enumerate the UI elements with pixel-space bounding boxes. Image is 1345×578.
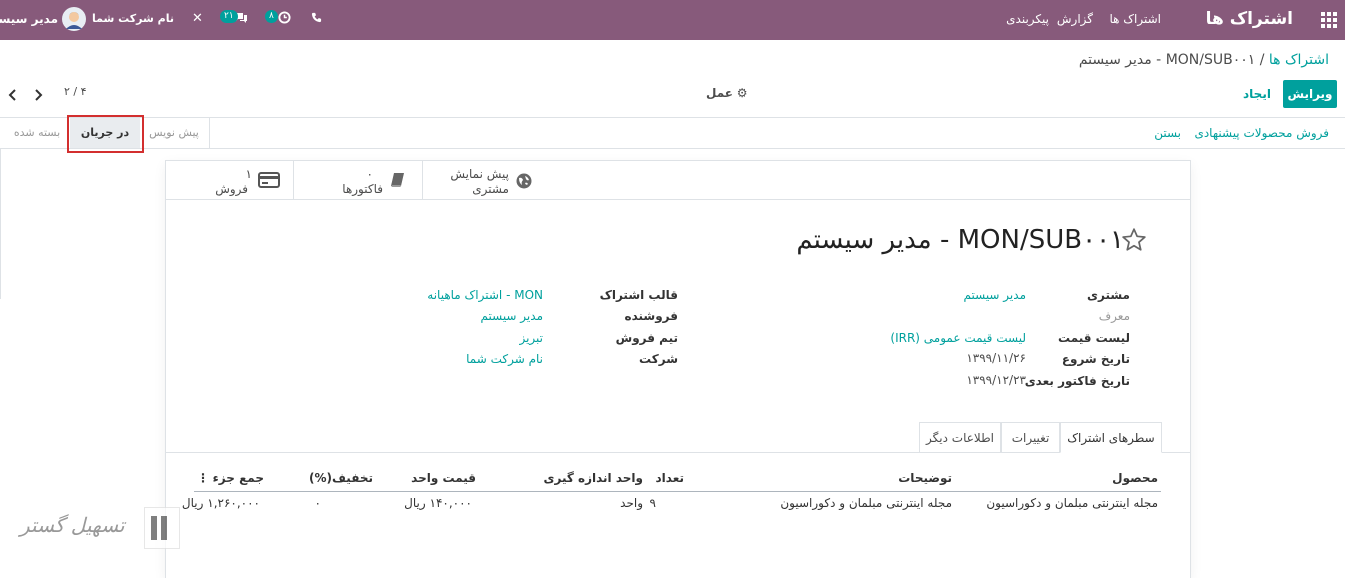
col-quantity[interactable]: تعداد (656, 471, 684, 485)
edit-button[interactable]: ویرایش (1283, 80, 1337, 108)
cell-uom[interactable]: واحد (620, 496, 643, 510)
template-label: قالب اشتراک (599, 288, 678, 302)
customer-value[interactable]: مدیر سیستم (964, 288, 1027, 302)
customer-preview-button[interactable]: پیش نمایش مشتری (422, 161, 551, 200)
next-invoice-date-value[interactable]: ۱۳۹۹/۱۲/۲۳ (966, 373, 1026, 387)
stage-draft[interactable]: پیش نویس (140, 118, 208, 148)
phone-icon[interactable] (311, 12, 322, 26)
breadcrumb-separator: / (1255, 52, 1269, 68)
referrer-label: معرف (1098, 309, 1130, 323)
start-date-label: تاریخ شروع (1061, 352, 1130, 366)
statusbar: فروش محصولات پیشنهادی بستن پیش نویس در ج… (0, 117, 1345, 149)
avatar[interactable] (62, 7, 86, 34)
activities-badge: ۸ (265, 10, 278, 23)
company-label: شرکت (639, 352, 678, 366)
book-icon (390, 172, 406, 191)
breadcrumb: اشتراک ها / MON/SUB۰۰۱ - مدیر سیستم (1079, 52, 1329, 68)
salesperson-label: فروشنده (624, 309, 679, 323)
highlight-frame (67, 115, 144, 153)
user-menu[interactable]: مدیر سیستم (0, 12, 58, 26)
action-label: عمل (706, 86, 733, 100)
credit-card-icon (258, 172, 280, 191)
customer-preview-line1: پیش نمایش (450, 167, 509, 181)
chevron-left-icon[interactable] (8, 89, 18, 104)
star-icon[interactable] (1121, 227, 1147, 256)
pricelist-value[interactable]: لیست قیمت عمومی (IRR) (890, 331, 1026, 345)
breadcrumb-parent[interactable]: اشتراک ها (1269, 52, 1329, 68)
gear-icon: ⚙ (736, 86, 748, 100)
col-discount[interactable]: تخفیف(%) (309, 471, 373, 485)
watermark-logo: تسهیل گستر (20, 505, 180, 555)
cell-discount[interactable]: ۰ (315, 496, 321, 510)
tab-other-info[interactable]: اطلاعات دیگر (919, 422, 1001, 452)
messages-badge: ۲۱ (220, 10, 238, 23)
create-button[interactable]: ایجاد (1243, 87, 1271, 101)
sales-label: فروش (215, 182, 248, 196)
action-dropdown[interactable]: عمل ⚙ (706, 86, 748, 100)
apps-grid-icon[interactable] (1321, 12, 1337, 31)
menu-configuration[interactable]: پیکربندی (1006, 12, 1049, 26)
top-navbar: اشتراک ها اشتراک ها گزارش پیکربندی مدیر … (0, 0, 1345, 40)
col-product[interactable]: محصول (1112, 471, 1158, 485)
chevron-right-icon[interactable] (33, 89, 43, 104)
globe-icon (516, 173, 532, 192)
tab-subscription-lines[interactable]: سطرهای اشتراک (1060, 422, 1162, 453)
table-header-border (194, 491, 1161, 492)
form-sheet: پیش نمایش مشتری ۰ فاکتورها ۱ فروش MON/SU… (165, 160, 1191, 578)
pricelist-label: لیست قیمت (1058, 331, 1130, 345)
watermark-mark (144, 507, 180, 549)
sales-team-label: تیم فروش (615, 331, 678, 345)
sales-count: ۱ (245, 167, 252, 181)
clock-icon[interactable] (278, 11, 291, 27)
col-description[interactable]: توضیحات (898, 471, 952, 485)
stage-closed[interactable]: بسته شده (6, 118, 68, 148)
app-title[interactable]: اشتراک ها (1206, 9, 1293, 29)
cell-subtotal[interactable]: ۱,۲۶۰,۰۰۰ ریال (182, 496, 260, 510)
col-uom[interactable]: واحد اندازه گیری (543, 471, 643, 485)
sales-button[interactable]: ۱ فروش (166, 161, 293, 200)
pager-value[interactable]: ۴ / ۲ (64, 85, 87, 98)
breadcrumb-current: MON/SUB۰۰۱ - مدیر سیستم (1078, 52, 1256, 68)
menu-subscriptions[interactable]: اشتراک ها (1109, 12, 1161, 26)
tools-icon[interactable]: ✕ (192, 11, 203, 26)
template-value[interactable]: MON - اشتراک ماهیانه (427, 288, 543, 302)
watermark-text: تسهیل گستر (20, 513, 125, 537)
invoices-count: ۰ (366, 167, 373, 181)
customer-preview-line2: مشتری (472, 182, 509, 196)
company-value[interactable]: نام شرکت شما (466, 352, 543, 366)
record-title: MON/SUB۰۰۱ - مدیر سیستم (796, 225, 1124, 255)
invoices-label: فاکتورها (342, 182, 383, 196)
suggest-products-button[interactable]: فروش محصولات پیشنهادی (1194, 126, 1329, 140)
customer-label: مشتری (1086, 288, 1130, 302)
start-date-value[interactable]: ۱۳۹۹/۱۱/۲۶ (966, 351, 1026, 365)
kebab-menu-icon[interactable]: ⋮ (197, 471, 209, 485)
menu-reporting[interactable]: گزارش (1057, 12, 1093, 26)
salesperson-value[interactable]: مدیر سیستم (481, 309, 544, 323)
col-subtotal[interactable]: جمع جزء (213, 471, 264, 485)
invoices-button[interactable]: ۰ فاکتورها (293, 161, 422, 200)
side-divider (0, 149, 1, 299)
sales-team-value[interactable]: تبریز (519, 331, 543, 345)
col-unit-price[interactable]: قیمت واحد (411, 471, 476, 485)
stage-divider (209, 118, 210, 148)
close-subscription-button[interactable]: بستن (1154, 126, 1181, 140)
next-invoice-date-label: تاریخ فاکتور بعدی (1024, 374, 1130, 388)
company-switcher[interactable]: نام شرکت شما (92, 12, 174, 25)
cell-product[interactable]: مجله اینترنتی مبلمان و دکوراسیون (986, 496, 1158, 510)
cell-description[interactable]: مجله اینترنتی مبلمان و دکوراسیون (780, 496, 952, 510)
cell-quantity[interactable]: ۹ (650, 496, 656, 510)
tab-changes[interactable]: تغییرات (1001, 422, 1060, 452)
cell-unit-price[interactable]: ۱۴۰,۰۰۰ ریال (404, 496, 472, 510)
